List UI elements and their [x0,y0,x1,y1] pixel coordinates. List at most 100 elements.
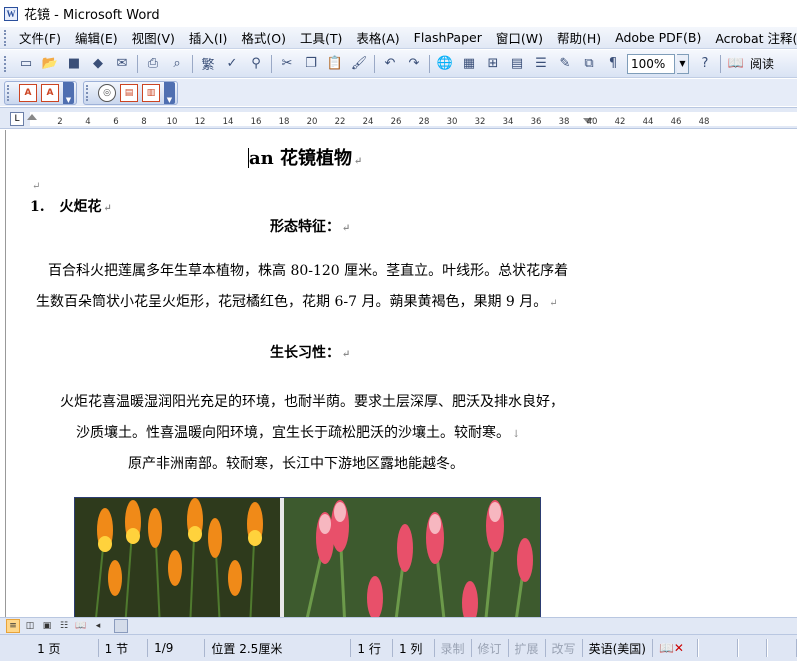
habit-line-1[interactable]: 火炬花喜温暖湿润阳光充足的环境，也耐半荫。要求土层深厚、肥沃及排水良好， [60,391,564,411]
scroll-left-arrow-icon[interactable]: ◂ [91,619,105,633]
menu-table[interactable]: 表格(A) [349,28,406,47]
zoom-dropdown-arrow[interactable]: ▼ [677,53,689,74]
morphology-line-1[interactable]: 百合科火把莲属多年生草本植物，株高 80-120 厘米。茎直立。叶线形。总状花序… [48,260,568,280]
habit-line-3[interactable]: 原产非洲南部。较耐寒，长江中下游地区露地能越冬。 [128,453,464,473]
first-line-indent-marker[interactable] [27,114,37,120]
status-empty-cell [737,639,768,657]
menu-acrobat-comments[interactable]: Acrobat 注释(C) [708,28,797,47]
web-layout-view-icon[interactable]: ◫ [23,619,37,633]
menu-format[interactable]: 格式(O) [234,28,293,47]
document-title-text: an 花镜植物 [249,148,353,169]
convert-to-pdf-icon[interactable]: A [19,83,37,102]
show-hide-icon[interactable]: ¶ [603,54,623,74]
reading-layout-view-icon[interactable]: 📖 [74,619,88,633]
convert-and-email-icon[interactable]: A [41,83,59,102]
convert-to-flashpaper-pdf-icon[interactable]: ▥ [142,83,160,102]
menu-window[interactable]: 窗口(W) [489,28,550,47]
status-extend-selection[interactable]: 扩展 [509,639,546,657]
ruler-tick-label: 24 [362,117,374,127]
toolbar-options-dropdown[interactable]: ▼ [164,81,175,104]
undo-icon[interactable]: ↶ [380,54,400,74]
menu-file[interactable]: 文件(F) [12,28,68,47]
ruler-tick-label: 40 [586,117,598,127]
cut-icon[interactable]: ✂ [277,54,297,74]
research-icon[interactable]: ⚲ [246,54,266,74]
spelling-grammar-status-icon[interactable]: 📖✕ [653,639,699,657]
new-document-icon[interactable]: ▭ [16,54,36,74]
print-preview-icon[interactable]: ⌕ [167,54,187,74]
spelling-icon[interactable]: ✓ [222,54,242,74]
document-page[interactable]: an 花镜植物 ↵ ↵ 1. 火炬花 ↵ 形态特征： ↵ 百合科火把莲属多年生草本植物… [0,130,797,617]
toolbar-grip[interactable] [7,84,11,101]
print-to-flashpaper-icon[interactable]: ▤ [120,83,138,102]
status-record-macro[interactable]: 录制 [435,639,472,657]
email-icon[interactable]: ✉ [112,54,132,74]
word-document-icon[interactable]: W [4,6,18,21]
drawing-icon[interactable]: ✎ [555,54,575,74]
toolbar-options-dropdown[interactable]: ▼ [63,81,74,104]
columns-icon[interactable]: ☰ [531,54,551,74]
paragraph-mark: ↵ [342,349,351,360]
menu-help[interactable]: 帮助(H) [550,28,608,47]
help-icon[interactable]: ? [695,54,715,74]
ruler-strip[interactable]: 2 4 6 8 10 12 14 16 18 20 22 24 26 28 30 32 34 36 38 40 42 44… [27,112,797,127]
status-language[interactable]: 英语(美国) [583,639,653,657]
traditional-chinese-button[interactable]: 繁 [198,54,218,74]
toolbar-grip[interactable] [86,84,90,101]
print-layout-view-icon[interactable]: ▣ [40,619,54,633]
toolbar-separator [192,54,193,73]
horizontal-ruler[interactable]: L 2 4 6 8 10 12 14 16 18 20 22 24 26 28 30 32 34 36 38 40 42… [0,107,797,129]
insert-table-icon[interactable]: ⊞ [483,54,503,74]
toolbar-separator [374,54,375,73]
habit-line-2[interactable]: 沙质壤土。性喜温暖向阳环境，宜生长于疏松肥沃的沙壤土。较耐寒。 ↓ [76,422,520,442]
paragraph-mark: ↵ [549,298,558,309]
outline-view-icon[interactable]: ☷ [57,619,71,633]
ruler-tick-label: 18 [278,117,290,127]
morphology-line-2[interactable]: 生数百朵筒状小花呈火炬形，花冠橘红色，花期 6-7 月。蒴果黄褐色，果期 9 月… [36,291,558,311]
toolbar-separator [137,54,138,73]
menu-adobe-pdf[interactable]: Adobe PDF(B) [608,30,708,45]
save-icon[interactable]: ■ [64,54,84,74]
habit-heading-text: 生长习性： [270,345,340,361]
menu-flashpaper[interactable]: FlashPaper [407,30,489,45]
hyperlink-icon[interactable]: 🌐 [435,54,455,74]
open-folder-icon[interactable]: 📂 [40,54,60,74]
menu-tools[interactable]: 工具(T) [293,28,349,47]
torch-lily-photo[interactable] [74,497,541,617]
insert-excel-icon[interactable]: ▤ [507,54,527,74]
ruler-tick-label: 6 [113,117,119,127]
paste-icon[interactable]: 📋 [325,54,345,74]
flashpaper-icon[interactable]: ◎ [98,83,116,102]
empty-paragraph[interactable]: ↵ [30,178,40,192]
copy-icon[interactable]: ❐ [301,54,321,74]
status-track-changes[interactable]: 修订 [472,639,509,657]
ruler-tick-label: 30 [446,117,458,127]
ruler-tick-label: 42 [614,117,626,127]
morphology-heading[interactable]: 形态特征： ↵ [270,216,350,236]
toolbar-grip[interactable] [4,55,8,72]
read-icon[interactable]: 📖 [726,54,746,74]
print-icon[interactable]: ⎙ [143,54,163,74]
document-map-icon[interactable]: ⧉ [579,54,599,74]
list-item-heading[interactable]: 1. 火炬花 ↵ [30,196,112,216]
permission-icon[interactable]: ◆ [88,54,108,74]
menu-view[interactable]: 视图(V) [125,28,182,47]
menu-bar-grip[interactable] [4,29,6,46]
redo-icon[interactable]: ↷ [404,54,424,74]
status-bar: 1 页 1 节 1/9 位置 2.5厘米 1 行 1 列 录制 修订 扩展 改写… [0,634,797,661]
habit-heading[interactable]: 生长习性： ↵ [270,342,350,362]
format-painter-icon[interactable]: 🖌 [349,54,369,74]
ruler-tick-label: 46 [670,117,682,127]
menu-edit[interactable]: 编辑(E) [68,28,125,47]
toolbar-separator [720,54,721,73]
menu-insert[interactable]: 插入(I) [182,28,234,47]
document-title[interactable]: an 花镜植物 ↵ [248,144,362,170]
status-empty-cell [698,639,738,657]
tables-borders-icon[interactable]: ▦ [459,54,479,74]
read-button-label[interactable]: 阅读 [750,55,774,72]
zoom-input[interactable]: 100% [627,53,675,74]
normal-view-icon[interactable]: ≡ [6,619,20,633]
horizontal-scroll-thumb[interactable] [114,619,128,633]
status-overtype[interactable]: 改写 [546,639,583,657]
tab-selector[interactable]: L [10,112,24,126]
